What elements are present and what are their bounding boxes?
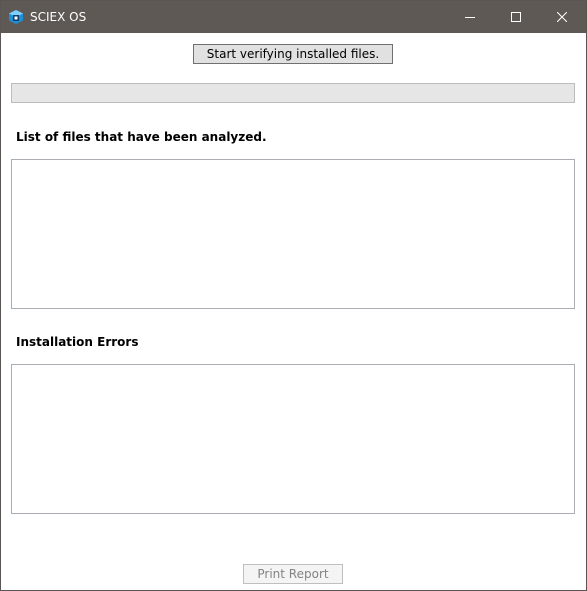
title-bar[interactable]: SCIEX OS <box>1 1 586 33</box>
analyzed-files-list[interactable] <box>11 159 575 309</box>
minimize-button[interactable] <box>447 1 493 33</box>
installation-errors-list[interactable] <box>11 364 575 514</box>
start-verify-button[interactable]: Start verifying installed files. <box>193 44 393 64</box>
window-title: SCIEX OS <box>30 10 87 24</box>
sciex-app-icon <box>8 9 24 25</box>
print-report-button[interactable]: Print Report <box>243 564 343 584</box>
maximize-icon <box>511 12 521 22</box>
verification-progress-bar <box>11 83 575 103</box>
installation-errors-label: Installation Errors <box>16 335 139 349</box>
close-button[interactable] <box>539 1 585 33</box>
minimize-icon <box>465 17 475 18</box>
app-window: SCIEX OS Start verifying installed files… <box>0 0 587 591</box>
maximize-button[interactable] <box>493 1 539 33</box>
files-list-label: List of files that have been analyzed. <box>16 130 267 144</box>
close-icon <box>557 12 567 22</box>
